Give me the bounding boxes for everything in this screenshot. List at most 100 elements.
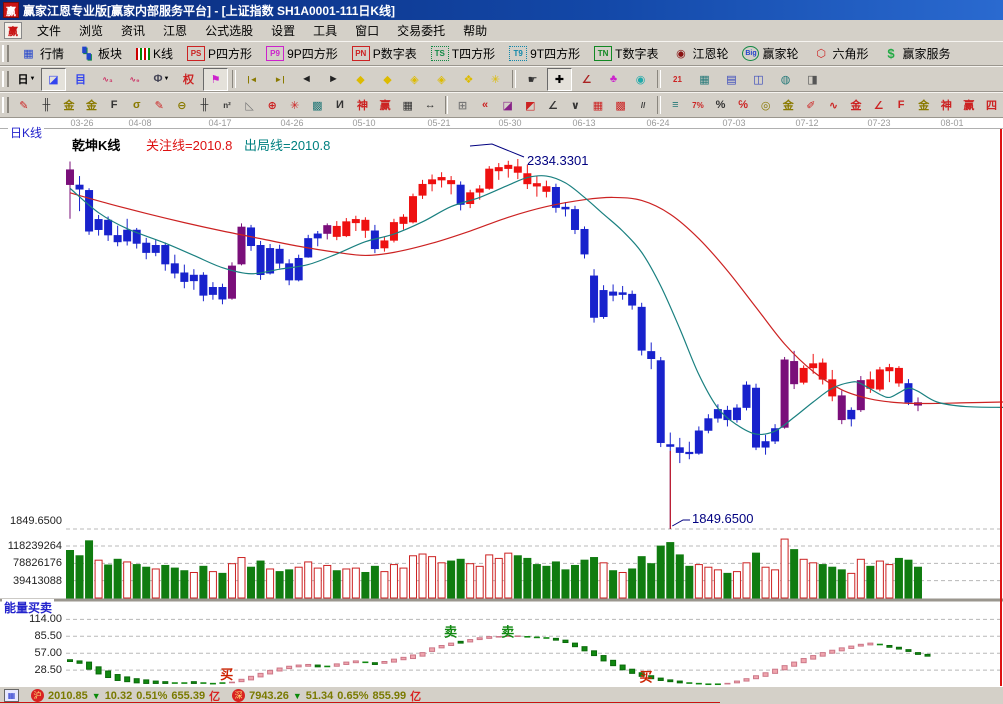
chart-area[interactable]: 买卖卖买 日K线 乾坤K线 关注线=2010.8 出局线=2010.8 2334… xyxy=(0,128,1003,686)
fan-box-button[interactable]: ◩ xyxy=(520,94,541,117)
toolbar-grip[interactable] xyxy=(2,71,9,88)
gold-circle-button[interactable]: ◎ xyxy=(755,94,776,117)
grid-lines-button[interactable]: ╫ xyxy=(36,94,57,117)
percent-line-button[interactable]: ℅ xyxy=(733,94,754,117)
gold-angle-button[interactable]: 金 xyxy=(846,94,867,117)
wave-9-button[interactable]: ∿₉ xyxy=(122,68,147,91)
four-square-button[interactable]: 四 xyxy=(981,94,1002,117)
toolbar-button-9P四方形[interactable]: P99P四方形 xyxy=(259,43,345,64)
shade-box-button[interactable]: ◪ xyxy=(497,94,518,117)
last-page-button[interactable]: ►| xyxy=(267,68,292,91)
gold-bars-button[interactable]: 金 xyxy=(778,94,799,117)
toolbar-button-9T四方形[interactable]: T99T四方形 xyxy=(502,43,587,64)
title-bar[interactable]: 赢 赢家江恩专业版[赢家内部服务平台] - [上证指数 SH1A0001-111… xyxy=(0,0,1003,20)
phi-tool-button[interactable]: Φ▼ xyxy=(149,68,174,91)
quote-grid-icon[interactable]: ▦ xyxy=(4,689,19,702)
toolbar-button-赢家轮[interactable]: Big赢家轮 xyxy=(735,43,805,64)
menu-item-帮助[interactable]: 帮助 xyxy=(454,20,496,41)
notepad-button[interactable]: ▤ xyxy=(719,68,744,91)
toolbar-button-行情[interactable]: ▦行情 xyxy=(13,43,71,64)
percent-button[interactable]: % xyxy=(710,94,731,117)
chart-canvas[interactable]: 买卖卖买 xyxy=(0,129,1003,687)
prev-bar-button[interactable]: ◄ xyxy=(294,68,319,91)
print-button[interactable]: ◨ xyxy=(800,68,825,91)
calculator-button[interactable]: ▦ xyxy=(692,68,717,91)
trend-angle-button[interactable]: ∠ xyxy=(543,94,564,117)
crosshair-button[interactable]: ✚ xyxy=(547,68,572,91)
f-angle-button[interactable]: F xyxy=(891,94,912,117)
fibonacci-lines-button[interactable]: F xyxy=(104,94,125,117)
gann-star-button[interactable]: ✳ xyxy=(284,94,305,117)
diamond-star-button[interactable]: ✳ xyxy=(483,68,508,91)
flag-filter-button[interactable]: ⚑ xyxy=(203,68,228,91)
first-page-button[interactable]: |◄ xyxy=(240,68,265,91)
menu-item-资讯[interactable]: 资讯 xyxy=(112,20,154,41)
next-bar-button[interactable]: ► xyxy=(321,68,346,91)
toolbar-button-江恩轮[interactable]: ◉江恩轮 xyxy=(665,43,735,64)
shen-lines-button[interactable]: 神 xyxy=(352,94,373,117)
tree-tool-button[interactable]: ♣ xyxy=(601,68,626,91)
toolbar-button-P四方形[interactable]: PSP四方形 xyxy=(180,43,259,64)
wave-fit-button[interactable]: ∿ xyxy=(823,94,844,117)
toolbar-button-T四方形[interactable]: TST四方形 xyxy=(424,43,502,64)
golden-section-button[interactable]: 金 xyxy=(59,94,80,117)
angle-measure-button[interactable]: ∠ xyxy=(574,68,599,91)
parallel-lines-button[interactable]: // xyxy=(633,94,654,117)
win-lines-button[interactable]: 赢 xyxy=(375,94,396,117)
gann-target-button[interactable]: ⊕ xyxy=(262,94,283,117)
rights-adjust-button[interactable]: 权 xyxy=(176,68,201,91)
calendar-button[interactable]: 21 xyxy=(665,68,690,91)
toolbar-button-K线[interactable]: K线 xyxy=(129,43,180,64)
diamond-shrink-button[interactable]: ◈ xyxy=(429,68,454,91)
menu-item-江恩[interactable]: 江恩 xyxy=(154,20,196,41)
red-grid-button[interactable]: ▦ xyxy=(588,94,609,117)
horizontal-span-button[interactable]: ↔ xyxy=(420,94,441,117)
gold-slope-button[interactable]: 金 xyxy=(913,94,934,117)
menu-item-设置[interactable]: 设置 xyxy=(262,20,304,41)
pan-hand-button[interactable]: ☛ xyxy=(520,68,545,91)
menu-item-窗口[interactable]: 窗口 xyxy=(346,20,388,41)
menu-item-文件[interactable]: 文件 xyxy=(28,20,70,41)
grid-123-button[interactable]: ▦ xyxy=(397,94,418,117)
toolbar-grip[interactable] xyxy=(2,45,9,61)
box-tool-button[interactable]: ⊞ xyxy=(452,94,473,117)
toolbar-button-T数字表[interactable]: TNT数字表 xyxy=(587,43,665,64)
spiral-button[interactable]: σ xyxy=(126,94,147,117)
diamond-expand-button[interactable]: ◈ xyxy=(402,68,427,91)
wave-3-button[interactable]: ∿₃ xyxy=(95,68,120,91)
toolbar-button-P数字表[interactable]: PNP数字表 xyxy=(345,43,424,64)
seven-percent-button[interactable]: 7% xyxy=(688,94,709,117)
percent-lines-button[interactable]: ╫ xyxy=(194,94,215,117)
toolbar-button-板块[interactable]: ▚板块 xyxy=(71,43,129,64)
menu-item-公式选股[interactable]: 公式选股 xyxy=(196,20,262,41)
brain-123-button[interactable]: ◉ xyxy=(628,68,653,91)
square-numbers-button[interactable]: n² xyxy=(217,94,238,117)
diamond-right-button[interactable]: ◆ xyxy=(375,68,400,91)
angle-wedge-button[interactable]: ◺ xyxy=(239,94,260,117)
trend-pen-button[interactable]: ✎ xyxy=(149,94,170,117)
save-button[interactable]: ◫ xyxy=(746,68,771,91)
ink-pen-button[interactable]: ✐ xyxy=(801,94,822,117)
period-daily-button[interactable]: 日▼ xyxy=(14,68,39,91)
menu-logo-icon[interactable]: 赢 xyxy=(4,22,22,39)
web-export-button[interactable]: ◍ xyxy=(773,68,798,91)
toolbar-button-六角形[interactable]: ⬡六角形 xyxy=(806,43,876,64)
toolbar-grip[interactable] xyxy=(2,97,9,114)
toolbar-button-赢家服务[interactable]: $赢家服务 xyxy=(876,43,958,64)
diamond-left-button[interactable]: ◆ xyxy=(348,68,373,91)
info-panel-button[interactable]: 目 xyxy=(68,68,93,91)
menu-item-交易委托[interactable]: 交易委托 xyxy=(388,20,454,41)
ladder-list-button[interactable]: ≡ xyxy=(665,94,686,117)
gann-circle-button[interactable]: ⊖ xyxy=(172,94,193,117)
zigzag-button[interactable]: И xyxy=(330,94,351,117)
fan-lines-button[interactable]: « xyxy=(475,94,496,117)
pen-button[interactable]: ✎ xyxy=(14,94,35,117)
shen-angle-button[interactable]: 神 xyxy=(936,94,957,117)
check-wave-button[interactable]: ∨ xyxy=(565,94,586,117)
gann-web-button[interactable]: ▩ xyxy=(307,94,328,117)
win-angle-button[interactable]: 赢 xyxy=(959,94,980,117)
zone-select-button[interactable]: ◪ xyxy=(41,68,66,91)
j-angle-button[interactable]: ∠ xyxy=(868,94,889,117)
menu-item-工具[interactable]: 工具 xyxy=(304,20,346,41)
menu-item-浏览[interactable]: 浏览 xyxy=(70,20,112,41)
